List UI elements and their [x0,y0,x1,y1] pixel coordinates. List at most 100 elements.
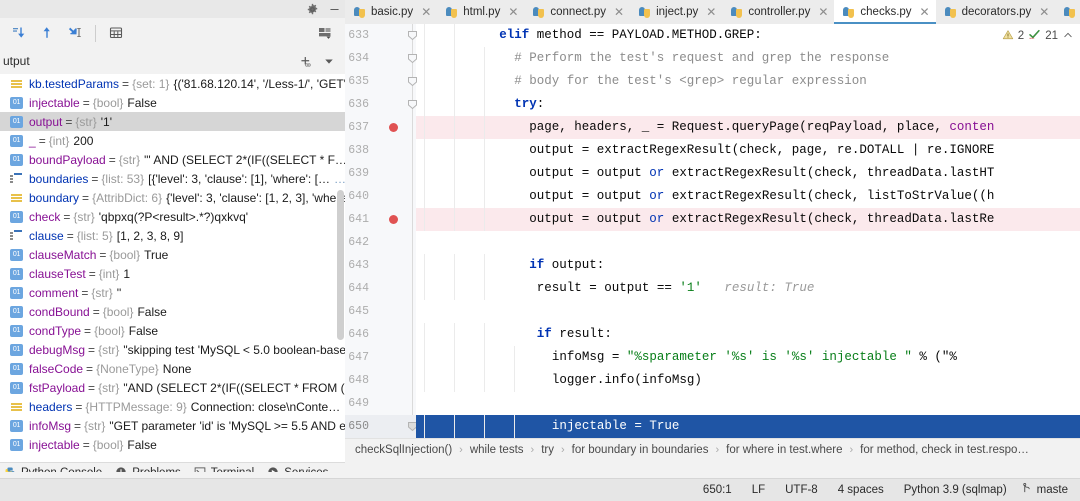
close-icon[interactable]: ✕ [818,6,828,18]
line-number[interactable]: 646 [345,323,369,346]
code-line[interactable]: page, headers, _ = Request.queryPage(req… [529,116,994,139]
evaluate-expression-icon[interactable] [103,21,129,45]
add-watch-icon[interactable] [299,55,312,68]
code-line[interactable]: logger.info(infoMsg) [552,369,702,392]
chevron-down-icon[interactable] [322,55,335,68]
inspection-widget[interactable]: 2 21 [997,28,1074,44]
line-number[interactable]: 647 [345,346,369,369]
variable-row[interactable]: headers = {HTTPMessage: 9} Connection: clos… [0,397,345,416]
line-number[interactable]: 636 [345,93,369,116]
editor-tab-connect-py[interactable]: connect.py ✕ [524,0,630,24]
variable-row[interactable]: 01 _ = {int} 200 [0,131,345,150]
line-number[interactable]: 648 [345,369,369,392]
scrollbar-thumb[interactable] [337,190,344,340]
breadcrumb-item[interactable]: for method, check in test.respo… [860,444,1029,456]
variable-row[interactable]: 01 condBound = {bool} False [0,302,345,321]
code-line[interactable]: # Perform the test's request and grep th… [514,47,889,70]
close-icon[interactable]: ✕ [706,6,716,18]
variable-row[interactable]: 01 fstPayload = {str} "AND (SELECT 2*(IF((SE… [0,378,345,397]
code-text[interactable]: elif method == PAYLOAD.METHOD.GREP: # Per… [416,24,1080,438]
close-icon[interactable]: ✕ [614,6,624,18]
variable-row[interactable]: 01 clauseTest = {int} 1 [0,264,345,283]
code-line[interactable]: elif method == PAYLOAD.METHOD.GREP: [499,24,762,47]
variable-row[interactable]: 01 output = {str} '1' [0,112,345,131]
breadcrumb-item[interactable]: try [541,444,554,456]
editor-tab-checks-py[interactable]: checks.py ✕ [834,0,936,24]
code-line[interactable]: # body for the test's <grep> regular exp… [514,70,867,93]
code-editor[interactable]: 633 634 635 636 637 638 639 640 641 642 643 644 645 6… [345,24,1080,438]
variable-row[interactable]: 01 comment = {str} '' [0,283,345,302]
line-number[interactable]: 640 [345,185,369,208]
breakpoint-icon[interactable] [389,215,398,224]
variable-row[interactable]: 01 boundPayload = {str} "' AND (SELECT 2*(IF… [0,150,345,169]
variable-row[interactable]: 01 debugMsg = {str} "skipping test 'MySQL < … [0,340,345,359]
variable-row[interactable]: kb.testedParams = {set: 1} {('81.68.120.14'… [0,74,345,93]
close-icon[interactable]: ✕ [421,6,431,18]
code-line[interactable]: try: [514,93,544,116]
code-line[interactable]: if result: [537,323,612,346]
line-number[interactable]: 637 [345,116,369,139]
line-number[interactable]: 642 [345,231,369,254]
breadcrumb-item[interactable]: checkSqlInjection() [355,444,452,456]
variable-row[interactable]: clause = {list: 5} [1, 2, 3, 8, 9] [0,226,345,245]
close-icon[interactable]: ✕ [508,6,518,18]
file-encoding[interactable]: UTF-8 [775,484,828,496]
python-interpreter[interactable]: Python 3.9 (sqlmap) [894,484,1017,496]
variable-row[interactable]: 01 falseCode = {NoneType} None [0,359,345,378]
line-number[interactable]: 635 [345,70,369,93]
code-line[interactable]: output = output or extractRegexResult(ch… [529,162,994,185]
line-number[interactable]: 649 [345,392,369,415]
variables-list[interactable]: kb.testedParams = {set: 1} {('81.68.120.14'… [0,74,345,462]
layout-settings-icon[interactable] [312,21,338,45]
close-icon[interactable]: ✕ [920,6,930,18]
editor-gutter[interactable]: 633 634 635 636 637 638 639 640 641 642 643 644 645 6… [345,24,417,438]
chevron-up-icon[interactable] [1062,29,1074,44]
step-into-icon[interactable] [62,21,88,45]
variable-row[interactable]: 01 check = {str}'qbpxq(?P<result>.*?)qxkvq' [0,207,345,226]
editor-tab-agent-p[interactable]: agent.p✕ [1055,0,1080,24]
code-line[interactable]: output = output or extractRegexResult(ch… [529,208,994,231]
variable-row[interactable]: boundary = {AttribDict: 6} {'level': 3, 'cl… [0,188,345,207]
variables-scrollbar[interactable] [336,74,345,462]
gear-icon[interactable] [306,3,319,16]
variable-row[interactable]: 01 injectable = {bool} False [0,435,345,454]
variable-row[interactable]: boundaries = {list: 53} [{'level': 3, 'clau… [0,169,345,188]
caret-position[interactable]: 650:1 [693,484,742,496]
variable-row[interactable]: 01 clauseMatch = {bool} True [0,245,345,264]
line-number[interactable]: 644 [345,277,369,300]
code-line[interactable]: infoMsg = "%sparameter '%s' is '%s' inje… [552,346,957,369]
editor-tab-inject-py[interactable]: inject.py ✕ [630,0,722,24]
variable-row[interactable]: 01 infoMsg = {str} "GET parameter 'id' is 'M… [0,416,345,435]
step-over-icon[interactable] [6,21,32,45]
breadcrumb-item[interactable]: for where in test.where [726,444,842,456]
line-number[interactable]: 645 [345,300,369,323]
line-number[interactable]: 634 [345,47,369,70]
editor-tab-decorators-py[interactable]: decorators.py ✕ [936,0,1056,24]
editor-tab-html-py[interactable]: html.py ✕ [437,0,524,24]
line-separator[interactable]: LF [742,484,775,496]
breakpoint-icon[interactable] [389,123,398,132]
editor-tab-bar[interactable]: basic.py ✕ html.py ✕ connect.py ✕ inject.py ✕ co… [345,0,1080,24]
variable-row[interactable]: 01 condType = {bool} False [0,321,345,340]
line-number[interactable]: 639 [345,162,369,185]
breadcrumb[interactable]: checkSqlInjection() › while tests › try › for … [345,438,1080,461]
line-number[interactable]: 633 [345,24,369,47]
line-number[interactable]: 641 [345,208,369,231]
minimize-icon[interactable] [328,3,341,16]
breadcrumb-item[interactable]: for boundary in boundaries [572,444,709,456]
line-number[interactable]: 638 [345,139,369,162]
line-number[interactable]: 650 [345,415,369,438]
breadcrumb-item[interactable]: while tests [470,444,524,456]
code-line[interactable]: result = output == '1' result: True [537,277,815,300]
close-icon[interactable]: ✕ [1039,6,1049,18]
indent-setting[interactable]: 4 spaces [828,484,894,496]
editor-tab-basic-py[interactable]: basic.py ✕ [345,0,437,24]
line-number[interactable]: 643 [345,254,369,277]
code-line[interactable]: output = extractRegexResult(check, page,… [529,139,994,162]
step-out-icon[interactable] [34,21,60,45]
git-branch-widget[interactable]: maste [1017,482,1074,498]
code-line[interactable]: if output: [529,254,604,277]
editor-tab-controller-py[interactable]: controller.py ✕ [722,0,834,24]
code-line[interactable]: injectable = True [552,415,680,438]
variable-row[interactable]: 01 injectable = {bool} False [0,93,345,112]
